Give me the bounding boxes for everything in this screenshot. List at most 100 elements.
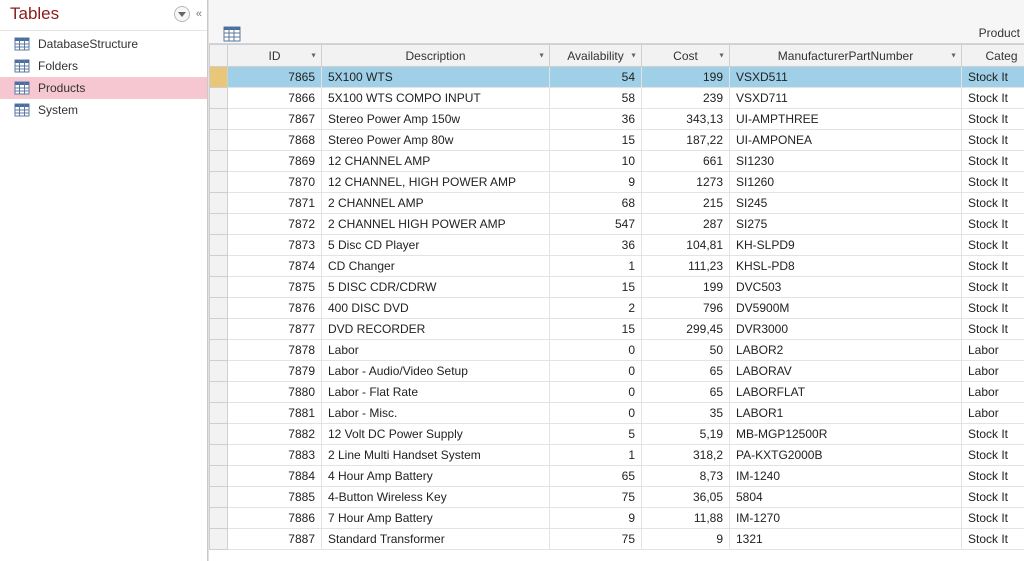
table-row[interactable]: 787012 CHANNEL, HIGH POWER AMP91273SI126… [210,172,1024,193]
table-row[interactable]: 7874CD Changer1111,23KHSL-PD8Stock It [210,256,1024,277]
row-selector[interactable] [210,235,228,256]
cell-description[interactable]: Labor - Audio/Video Setup [322,361,550,382]
cell-category[interactable]: Stock It [962,214,1024,235]
cell-mfg[interactable]: SI275 [730,214,962,235]
cell-category[interactable]: Stock It [962,529,1024,550]
table-row[interactable]: 78735 Disc CD Player36104,81KH-SLPD9Stoc… [210,235,1024,256]
row-selector[interactable] [210,529,228,550]
cell-availability[interactable]: 15 [550,319,642,340]
table-row[interactable]: 7867Stereo Power Amp 150w36343,13UI-AMPT… [210,109,1024,130]
chevron-down-icon[interactable]: ▼ [310,52,317,59]
cell-mfg[interactable]: DVR3000 [730,319,962,340]
table-row[interactable]: 7881Labor - Misc.035LABOR1Labor [210,403,1024,424]
cell-category[interactable]: Stock It [962,88,1024,109]
cell-availability[interactable]: 75 [550,529,642,550]
cell-id[interactable]: 7883 [228,445,322,466]
cell-cost[interactable]: 199 [642,67,730,88]
chevron-down-icon[interactable]: ▼ [950,52,957,59]
cell-availability[interactable]: 9 [550,508,642,529]
cell-id[interactable]: 7877 [228,319,322,340]
cell-category[interactable]: Stock It [962,235,1024,256]
cell-id[interactable]: 7872 [228,214,322,235]
cell-mfg[interactable]: IM-1270 [730,508,962,529]
cell-availability[interactable]: 1 [550,256,642,277]
cell-description[interactable]: Labor - Flat Rate [322,382,550,403]
cell-mfg[interactable]: LABOR2 [730,340,962,361]
cell-description[interactable]: 4-Button Wireless Key [322,487,550,508]
cell-mfg[interactable]: UI-AMPONEA [730,130,962,151]
cell-availability[interactable]: 36 [550,109,642,130]
cell-category[interactable]: Stock It [962,172,1024,193]
column-header-description[interactable]: Description▼ [322,45,550,67]
cell-category[interactable]: Stock It [962,466,1024,487]
row-selector[interactable] [210,424,228,445]
cell-description[interactable]: Stereo Power Amp 150w [322,109,550,130]
row-selector[interactable] [210,445,228,466]
cell-cost[interactable]: 796 [642,298,730,319]
cell-mfg[interactable]: SI1260 [730,172,962,193]
cell-cost[interactable]: 11,88 [642,508,730,529]
cell-availability[interactable]: 58 [550,88,642,109]
table-row[interactable]: 7887Standard Transformer7591321Stock It [210,529,1024,550]
table-row[interactable]: 788212 Volt DC Power Supply55,19MB-MGP12… [210,424,1024,445]
table-row[interactable]: 786912 CHANNEL AMP10661SI1230Stock It [210,151,1024,172]
cell-category[interactable]: Stock It [962,508,1024,529]
row-selector[interactable] [210,67,228,88]
column-header-availability[interactable]: Availability▼ [550,45,642,67]
cell-category[interactable]: Stock It [962,424,1024,445]
cell-availability[interactable]: 0 [550,361,642,382]
cell-mfg[interactable]: KH-SLPD9 [730,235,962,256]
cell-category[interactable]: Stock It [962,193,1024,214]
cell-cost[interactable]: 111,23 [642,256,730,277]
cell-availability[interactable]: 2 [550,298,642,319]
cell-category[interactable]: Stock It [962,487,1024,508]
cell-description[interactable]: 7 Hour Amp Battery [322,508,550,529]
chevron-down-icon[interactable]: ▼ [630,52,637,59]
cell-id[interactable]: 7882 [228,424,322,445]
cell-description[interactable]: Standard Transformer [322,529,550,550]
cell-mfg[interactable]: VSXD511 [730,67,962,88]
cell-cost[interactable]: 318,2 [642,445,730,466]
table-row[interactable]: 78712 CHANNEL AMP68215SI245Stock It [210,193,1024,214]
cell-id[interactable]: 7865 [228,67,322,88]
cell-availability[interactable]: 68 [550,193,642,214]
cell-category[interactable]: Stock It [962,256,1024,277]
table-row[interactable]: 78755 DISC CDR/CDRW15199DVC503Stock It [210,277,1024,298]
cell-category[interactable]: Stock It [962,151,1024,172]
collapse-pane-icon[interactable]: « [196,8,199,20]
cell-mfg[interactable]: SI1230 [730,151,962,172]
cell-id[interactable]: 7871 [228,193,322,214]
row-selector[interactable] [210,277,228,298]
cell-availability[interactable]: 10 [550,151,642,172]
row-selector[interactable] [210,214,228,235]
cell-mfg[interactable]: 5804 [730,487,962,508]
cell-mfg[interactable]: LABORFLAT [730,382,962,403]
cell-mfg[interactable]: VSXD711 [730,88,962,109]
cell-cost[interactable]: 9 [642,529,730,550]
cell-description[interactable]: 12 Volt DC Power Supply [322,424,550,445]
cell-mfg[interactable]: UI-AMPTHREE [730,109,962,130]
cell-cost[interactable]: 65 [642,361,730,382]
table-row[interactable]: 78722 CHANNEL HIGH POWER AMP547287SI275S… [210,214,1024,235]
cell-id[interactable]: 7884 [228,466,322,487]
cell-availability[interactable]: 0 [550,403,642,424]
cell-cost[interactable]: 299,45 [642,319,730,340]
cell-availability[interactable]: 0 [550,382,642,403]
row-selector[interactable] [210,172,228,193]
cell-cost[interactable]: 65 [642,382,730,403]
sidebar-item-databasestructure[interactable]: DatabaseStructure [0,33,207,55]
row-selector[interactable] [210,382,228,403]
table-row[interactable]: 7876400 DISC DVD2796DV5900MStock It [210,298,1024,319]
cell-mfg[interactable]: IM-1240 [730,466,962,487]
row-selector[interactable] [210,151,228,172]
sidebar-item-products[interactable]: Products [0,77,207,99]
cell-cost[interactable]: 187,22 [642,130,730,151]
cell-mfg[interactable]: DV5900M [730,298,962,319]
cell-description[interactable]: DVD RECORDER [322,319,550,340]
cell-id[interactable]: 7874 [228,256,322,277]
cell-id[interactable]: 7868 [228,130,322,151]
table-row[interactable]: 7877DVD RECORDER15299,45DVR3000Stock It [210,319,1024,340]
row-selector[interactable] [210,298,228,319]
table-row[interactable]: 7879Labor - Audio/Video Setup065LABORAVL… [210,361,1024,382]
cell-category[interactable]: Stock It [962,277,1024,298]
